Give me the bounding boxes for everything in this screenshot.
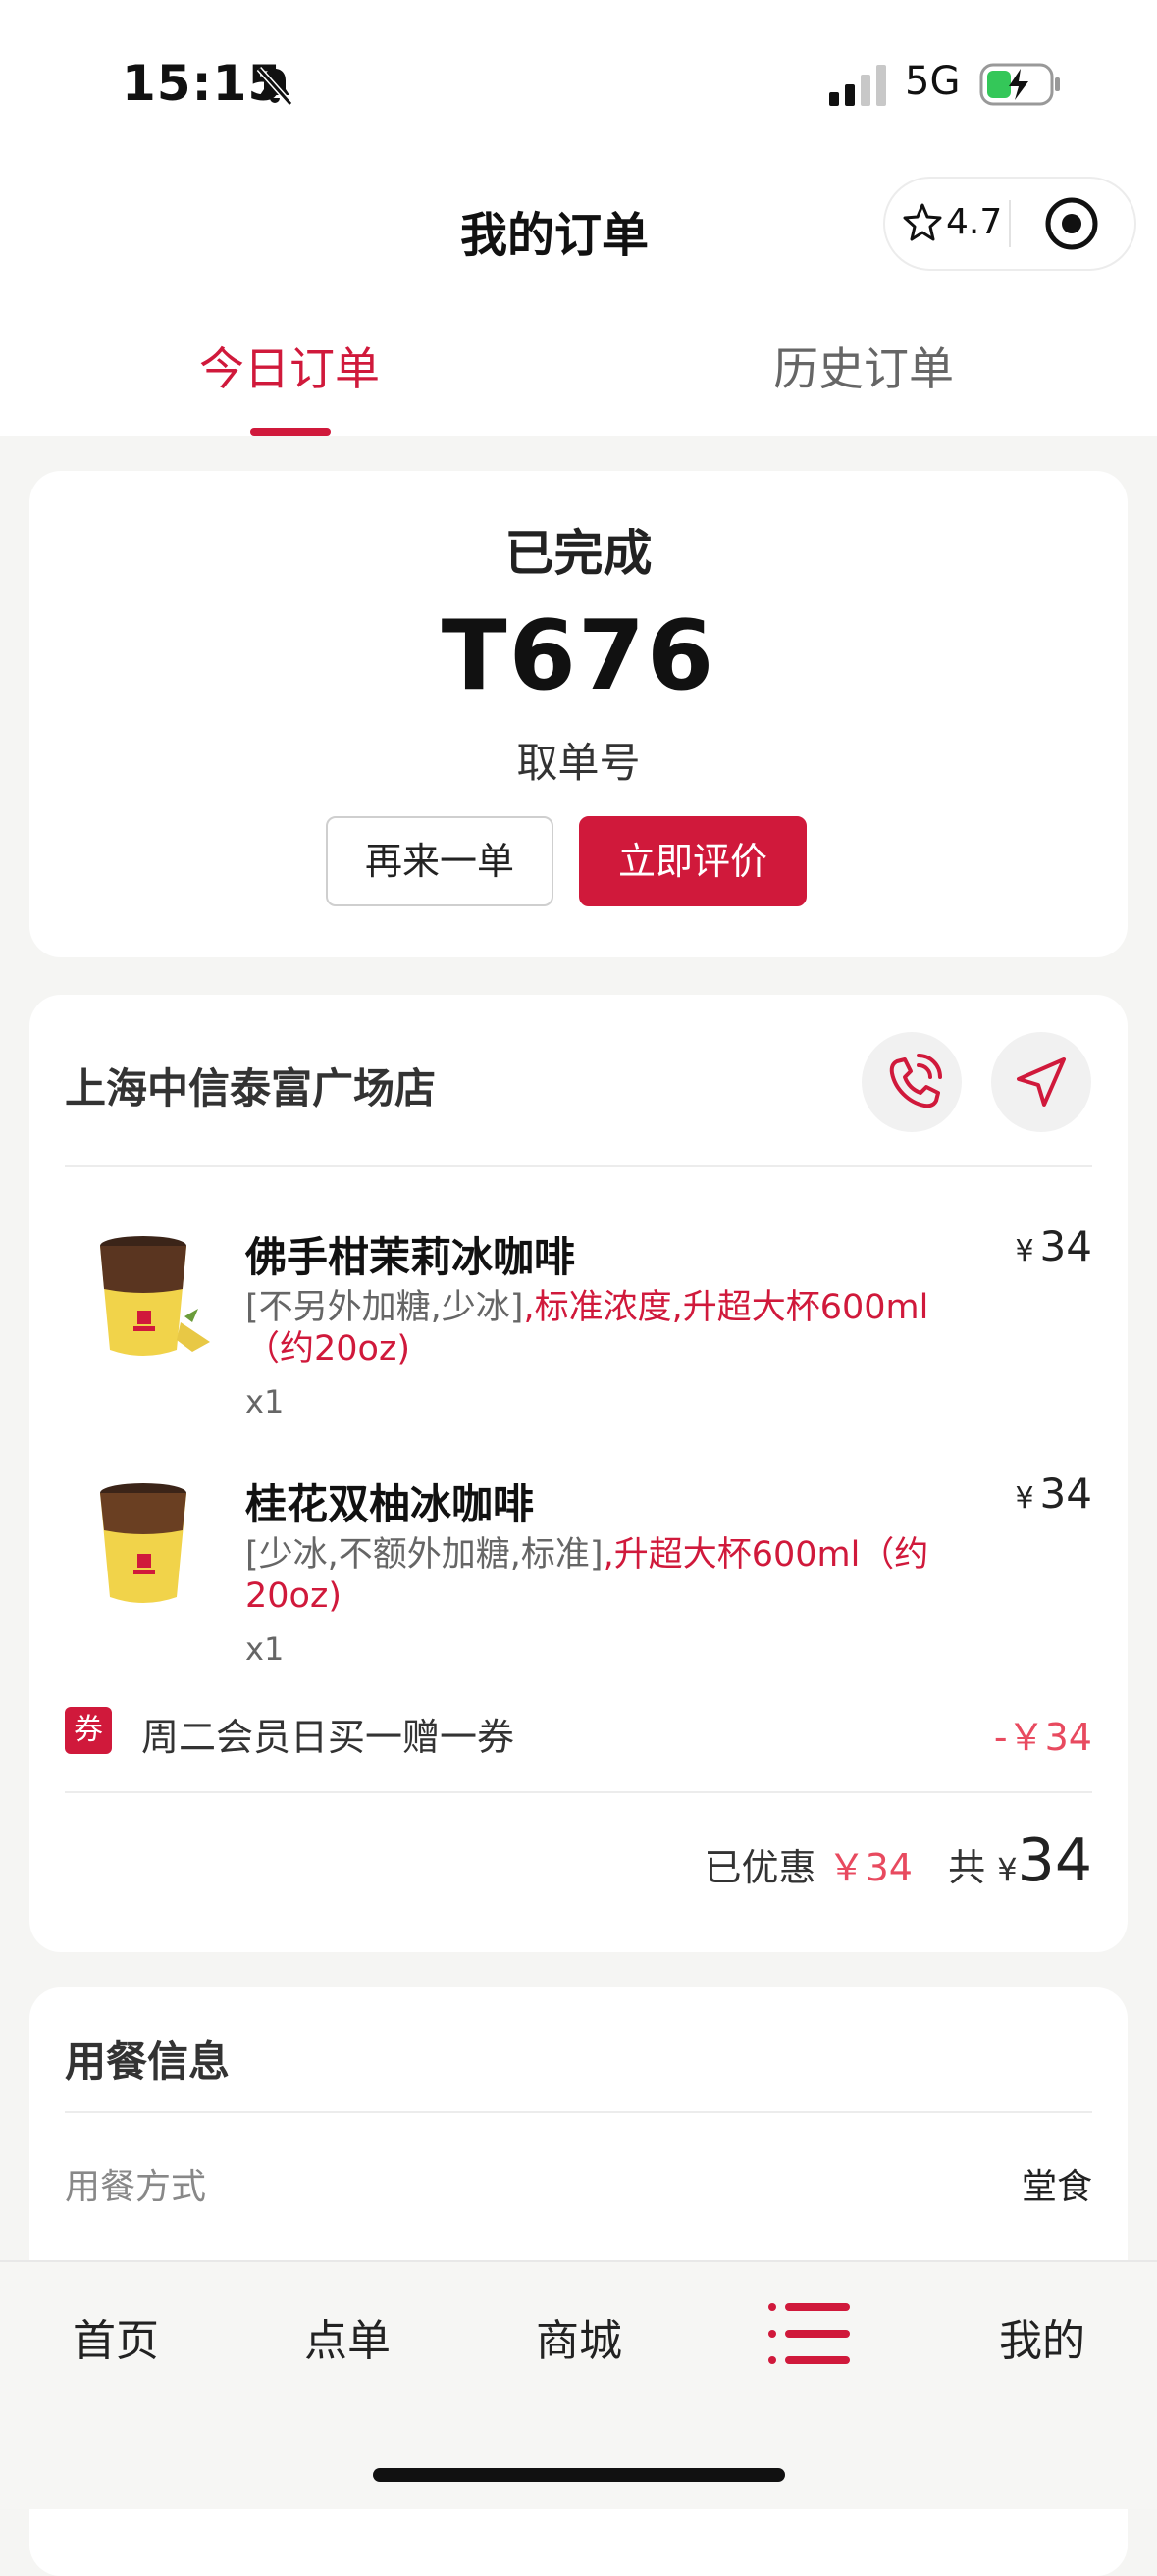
store-name: 上海中信泰富广场店 (65, 1064, 437, 1112)
mute-bell-icon (256, 67, 293, 106)
pickup-label: 取单号 (516, 739, 641, 787)
product-image-coffee (100, 1236, 210, 1356)
order-totals: 已优惠 ￥34 共 ¥34 (704, 1827, 1092, 1895)
currency-symbol: ¥ (1015, 1481, 1034, 1516)
navigation-arrow-icon (1017, 1057, 1066, 1107)
order-status: 已完成 (504, 525, 653, 582)
active-tab-indicator (250, 428, 331, 436)
discount-label: 已优惠 (704, 1846, 816, 1889)
product-name: 桂花双柚冰咖啡 (245, 1480, 535, 1528)
price-value: 34 (1039, 1469, 1092, 1518)
star-icon[interactable] (903, 202, 942, 241)
product-quantity: x1 (245, 1383, 285, 1420)
dining-method-label: 用餐方式 (65, 2167, 207, 2207)
reorder-button[interactable]: 再来一单 (326, 816, 553, 906)
target-icon[interactable] (1042, 194, 1101, 253)
options-base: [不另外加糖,少冰] (245, 1288, 524, 1327)
tab-today-orders[interactable]: 今日订单 (177, 334, 402, 398)
divider (65, 1791, 1092, 1793)
tab-history-orders[interactable]: 历史订单 (751, 334, 976, 398)
total-label: 共 (948, 1846, 986, 1889)
product-name: 佛手柑茉莉冰咖啡 (245, 1233, 576, 1281)
home-indicator[interactable] (373, 2468, 785, 2482)
coupon-amount: -￥34 (993, 1716, 1092, 1759)
network-label: 5G (905, 59, 961, 104)
options-base: [少冰,不额外加糖,标准] (245, 1535, 604, 1574)
dining-info-title: 用餐信息 (65, 2037, 231, 2086)
coupon-tag: 券 (65, 1707, 112, 1754)
dining-method-value: 堂食 (1021, 2167, 1092, 2207)
signal-icon (829, 65, 886, 106)
nav-home[interactable]: 首页 (37, 2305, 194, 2368)
total-currency: ¥ (997, 1851, 1018, 1888)
orders-list-icon[interactable] (765, 2299, 854, 2368)
phone-icon (889, 1054, 942, 1108)
product-price: ¥34 (1015, 1222, 1092, 1270)
pickup-number: T676 (441, 600, 716, 712)
total-amount: 34 (1017, 1827, 1092, 1895)
call-store-button[interactable] (862, 1032, 962, 1132)
rating-value: 4.7 (946, 202, 1003, 242)
battery-charging-icon (979, 63, 1060, 106)
product-price: ¥34 (1015, 1469, 1092, 1518)
product-options: [少冰,不额外加糖,标准],升超大杯600ml（约20oz) (245, 1534, 932, 1617)
currency-symbol: ¥ (1015, 1234, 1034, 1268)
nav-mine[interactable]: 我的 (964, 2305, 1121, 2368)
rate-button[interactable]: 立即评价 (579, 816, 807, 906)
capsule-divider (1009, 200, 1011, 247)
product-image-coffee (100, 1483, 186, 1603)
nav-order[interactable]: 点单 (269, 2305, 426, 2368)
coupon-name: 周二会员日买一赠一券 (141, 1716, 515, 1759)
divider (65, 2111, 1092, 2113)
nav-mall[interactable]: 商城 (500, 2305, 657, 2368)
product-quantity: x1 (245, 1630, 285, 1668)
price-value: 34 (1039, 1222, 1092, 1270)
divider (65, 1165, 1092, 1167)
navigate-button[interactable] (991, 1032, 1091, 1132)
product-options: [不另外加糖,少冰],标准浓度,升超大杯600ml（约20oz) (245, 1287, 932, 1369)
discount-amount: ￥34 (827, 1846, 913, 1889)
